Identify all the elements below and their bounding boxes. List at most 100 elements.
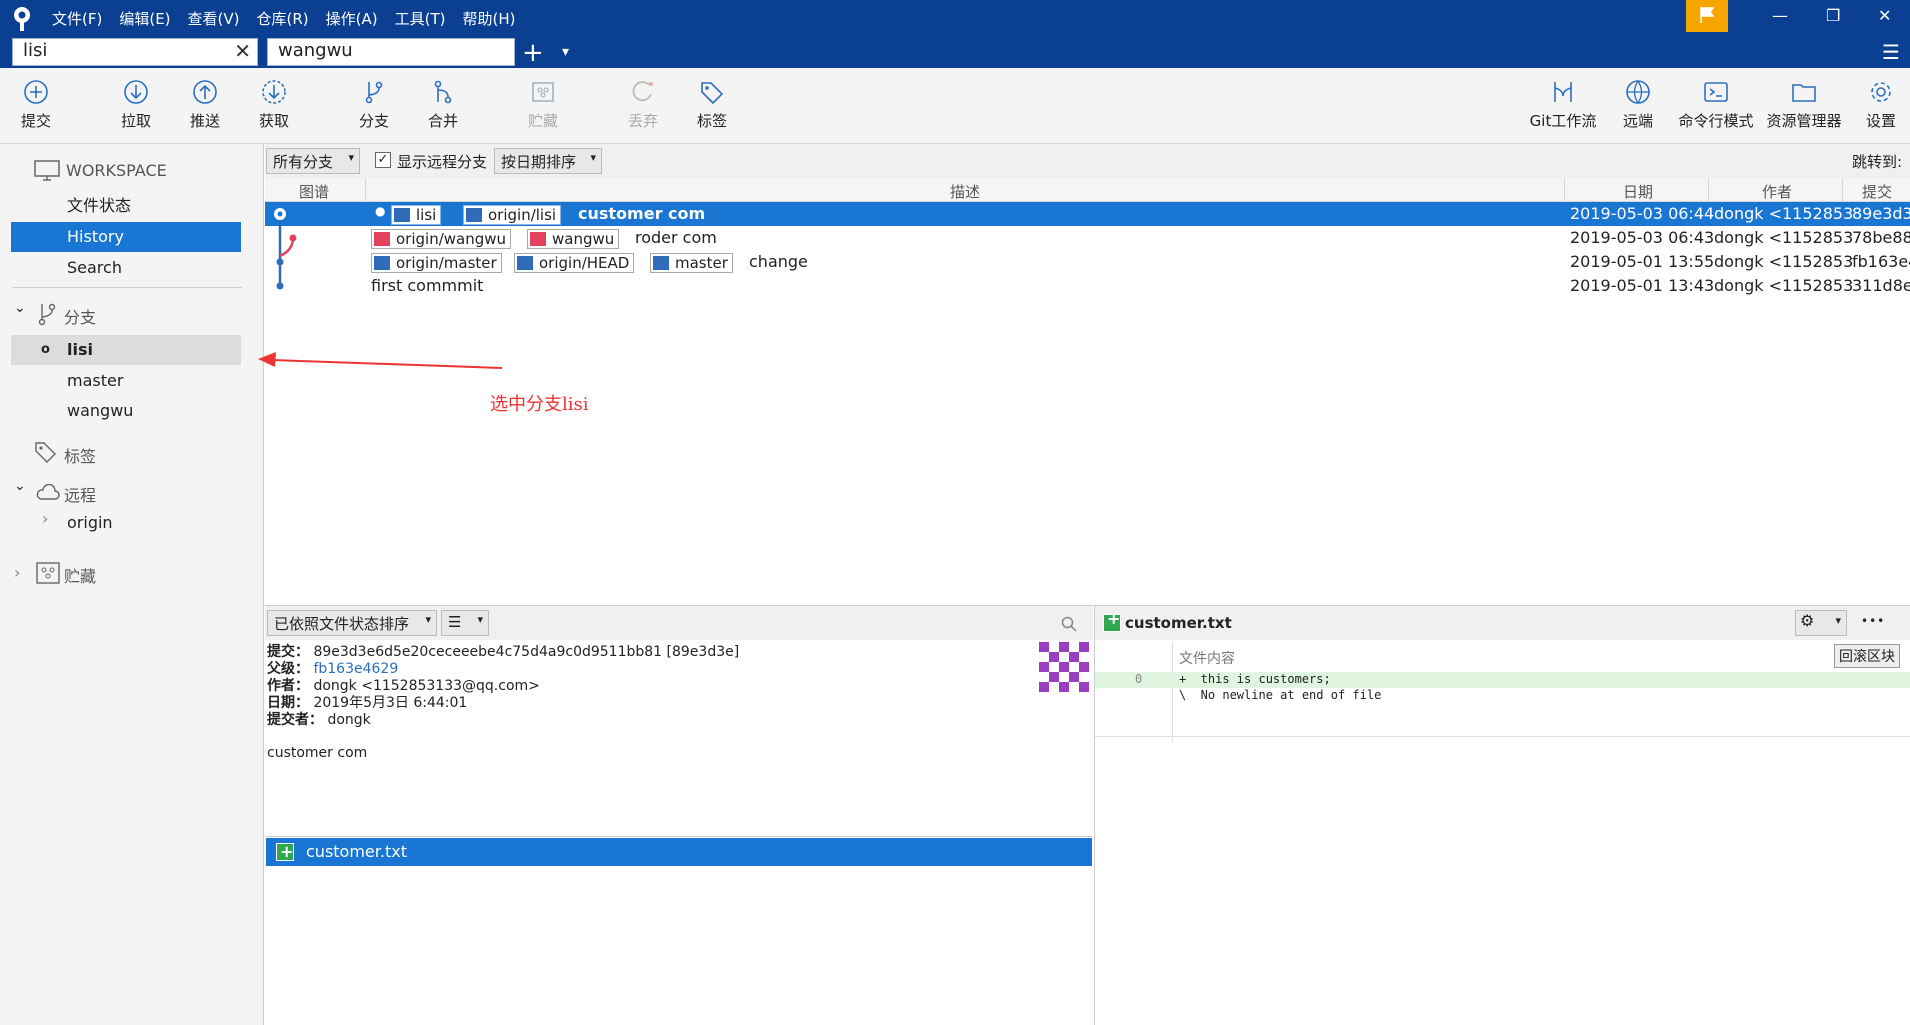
terminal-button[interactable]: 命令行模式 (1674, 78, 1758, 131)
gitflow-button[interactable]: Git工作流 (1526, 78, 1600, 131)
close-window-button[interactable]: ✕ (1878, 6, 1891, 25)
search-icon[interactable] (1061, 616, 1077, 632)
sort-dropdown[interactable]: 按日期排序 ▾ (494, 148, 602, 174)
stashes-heading[interactable]: 贮藏 (64, 563, 96, 587)
remote-branch-badge[interactable]: origin/master (371, 253, 502, 273)
graph-column-header[interactable]: 图谱 (299, 181, 329, 202)
menu-help[interactable]: 帮助(H) (462, 8, 515, 29)
discard-button[interactable]: 丢弃 (611, 78, 675, 131)
expand-remotes-icon[interactable]: ⌄ (14, 478, 26, 494)
commit-message: change (749, 252, 808, 271)
tab-lisi[interactable]: lisi ✕ (12, 38, 258, 66)
author-value: dongk <1152853133@qq.com> (313, 678, 540, 694)
merge-button[interactable]: 合并 (411, 78, 475, 131)
branch-badge[interactable]: wangwu (527, 229, 620, 249)
sidebar-item-remote-origin[interactable]: origin (11, 508, 241, 538)
stash-icon (36, 562, 60, 584)
tab-label: lisi (23, 40, 48, 61)
branch-filter-dropdown[interactable]: 所有分支 ▾ (266, 148, 360, 174)
diff-settings-dropdown[interactable]: ⚙ ▾ (1795, 610, 1847, 636)
stash-icon (532, 82, 554, 102)
remote-branch-badge[interactable]: origin/lisi (463, 205, 562, 225)
annotation-arrow (258, 352, 503, 369)
collapse-stashes-icon[interactable]: › (14, 563, 20, 582)
commit-date: 2019-05-03 06:44 (1570, 204, 1715, 223)
menu-edit[interactable]: 编辑(E) (119, 8, 170, 29)
file-sort-dropdown[interactable]: 已依照文件状态排序 ▾ (267, 610, 437, 636)
menu-repository[interactable]: 仓库(R) (257, 8, 309, 29)
tags-heading[interactable]: 标签 (64, 443, 96, 467)
commit-message: customer com (578, 204, 706, 223)
sidebar-item-history[interactable]: History (11, 222, 241, 252)
description-column-header[interactable]: 描述 (950, 181, 980, 202)
sidebar-item-branch-master[interactable]: master (11, 366, 241, 396)
commit-details-panel: 已依照文件状态排序 ▾ ☰ ▾ 提交： 89e3d3e6d5e20ceceeebe4… (265, 605, 1093, 1025)
branch-badge[interactable]: lisi (391, 205, 442, 225)
pull-button[interactable]: 拉取 (104, 78, 168, 131)
explorer-button[interactable]: 资源管理器 (1762, 78, 1846, 131)
commit-button[interactable]: 提交 (4, 78, 68, 131)
date-column-header[interactable]: 日期 (1623, 181, 1653, 202)
menu-file[interactable]: 文件(F) (52, 8, 102, 29)
settings-button[interactable]: 设置 (1852, 78, 1910, 131)
tag-icon (35, 442, 56, 463)
close-tab-icon[interactable]: ✕ (234, 39, 251, 63)
hamburger-menu-icon[interactable]: ☰ (1882, 40, 1900, 64)
filter-bar: 所有分支 ▾ ✓ 显示远程分支 按日期排序 ▾ 跳转到: (265, 144, 1910, 178)
fetch-button[interactable]: 获取 (242, 78, 306, 131)
push-button[interactable]: 推送 (173, 78, 237, 131)
tag-button[interactable]: 标签 (680, 78, 744, 131)
show-remote-checkbox[interactable]: ✓ (375, 152, 391, 168)
changed-file-row[interactable]: customer.txt (266, 838, 1092, 866)
flag-button[interactable] (1686, 0, 1728, 32)
branches-heading[interactable]: 分支 (64, 304, 96, 328)
merge-icon (434, 80, 452, 104)
rollback-hunk-button[interactable]: 回滚区块 (1834, 644, 1900, 668)
commit-hash: 78be880 (1852, 228, 1910, 247)
sourcetree-logo-icon (14, 7, 30, 31)
stash-button[interactable]: 贮藏 (511, 78, 575, 131)
branch-badge[interactable]: master (650, 253, 733, 273)
file-added-icon (1103, 609, 1121, 632)
discard-icon (632, 81, 653, 102)
remote-branch-badge[interactable]: origin/HEAD (514, 253, 635, 273)
sidebar-item-branch-lisi[interactable]: o lisi (11, 335, 241, 365)
diff-file-name: customer.txt (1125, 614, 1232, 632)
new-tab-button[interactable]: + (522, 38, 544, 68)
diff-panel: customer.txt ⚙▾ ••• 文件内容 回滚区块 0 + this i… (1094, 605, 1910, 1025)
commit-row[interactable]: origin/master origin/HEAD master change … (265, 250, 1910, 274)
commit-hash: 89e3d3e (1852, 204, 1910, 223)
more-options-icon[interactable]: ••• (1861, 614, 1885, 628)
restore-button[interactable]: ❐ (1826, 6, 1840, 25)
sidebar-item-branch-wangwu[interactable]: wangwu (11, 396, 241, 426)
remote-button[interactable]: 远端 (1606, 78, 1670, 131)
commit-row[interactable]: first commmit 2019-05-01 13:43 dongk <11… (265, 274, 1910, 298)
diff-line-note: \ No newline at end of file (1179, 688, 1382, 702)
branch-icon (394, 208, 410, 222)
sidebar-item-search[interactable]: Search (11, 253, 241, 283)
gitflow-icon (1554, 82, 1572, 102)
pull-icon (124, 80, 148, 104)
remotes-heading[interactable]: 远程 (64, 482, 96, 506)
sidebar-item-file-status[interactable]: 文件状态 (11, 191, 241, 221)
cloud-icon (36, 484, 60, 500)
minimize-button[interactable]: — (1772, 6, 1788, 25)
menu-actions[interactable]: 操作(A) (326, 8, 378, 29)
menu-view[interactable]: 查看(V) (188, 8, 240, 29)
gear-icon: ⚙ (1800, 611, 1815, 630)
commit-row[interactable]: origin/wangwu wangwu roder com 2019-05-0… (265, 226, 1910, 250)
list-mode-dropdown[interactable]: ☰ ▾ (441, 610, 489, 636)
branch-button[interactable]: 分支 (342, 78, 406, 131)
tab-wangwu[interactable]: wangwu (267, 38, 515, 66)
menu-tools[interactable]: 工具(T) (395, 8, 446, 29)
tab-list-dropdown[interactable]: ▾ (562, 44, 569, 60)
commit-row[interactable]: ● lisi origin/lisi customer com 2019-05-… (265, 202, 1910, 226)
diff-toolbar: customer.txt ⚙▾ ••• (1095, 606, 1910, 640)
head-indicator-icon: ● (375, 204, 386, 218)
author-column-header[interactable]: 作者 (1762, 181, 1792, 202)
parent-link[interactable]: fb163e4629 (313, 661, 398, 677)
commit-column-header[interactable]: 提交 (1862, 181, 1892, 202)
jump-to-label[interactable]: 跳转到: (1852, 151, 1902, 172)
remote-branch-badge[interactable]: origin/wangwu (371, 229, 512, 249)
expand-branches-icon[interactable]: ⌄ (14, 300, 26, 316)
